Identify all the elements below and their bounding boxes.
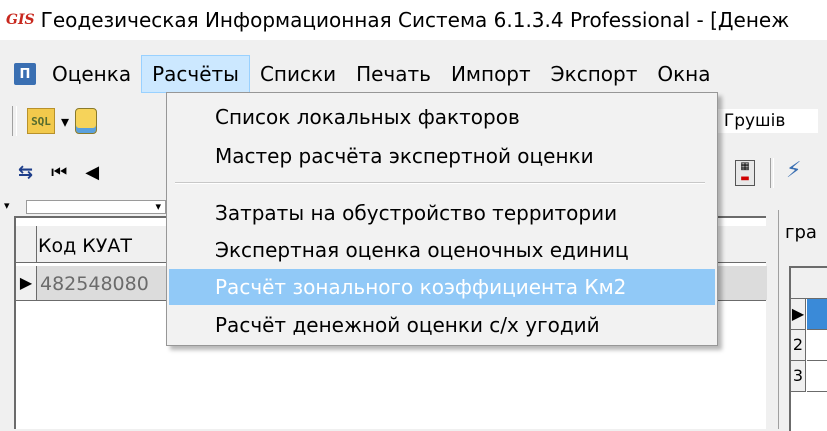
menu-item-territory-costs[interactable]: Затраты на обустройство территории bbox=[169, 195, 715, 231]
right-grid-header bbox=[791, 268, 827, 299]
menu-import[interactable]: Импорт bbox=[441, 56, 541, 92]
right-pane-tab[interactable]: гра bbox=[785, 222, 817, 243]
title-bar: GIS Геодезическая Информационная Система… bbox=[0, 0, 827, 40]
menu-item-zonal-coefficient[interactable]: Расчёт зонального коэффициента Км2 bbox=[169, 269, 715, 305]
right-grid-cell[interactable] bbox=[807, 361, 827, 392]
menu-export[interactable]: Экспорт bbox=[541, 56, 648, 92]
app-logo-icon: GIS bbox=[6, 12, 35, 28]
right-pane: гра ▶ 2 3 bbox=[778, 210, 827, 431]
right-row-indicator: 3 bbox=[791, 361, 806, 392]
filter-dropdown-arrow-icon[interactable]: ▾ bbox=[4, 199, 10, 212]
menu-separator bbox=[175, 182, 705, 184]
cell-kod-kuat[interactable]: 482548080 bbox=[40, 266, 149, 302]
menu-item-expert-units[interactable]: Экспертная оценка оценочных единиц bbox=[169, 232, 715, 268]
right-grid-cell[interactable] bbox=[807, 330, 827, 361]
menu-raschety[interactable]: Расчёты bbox=[141, 54, 250, 93]
menu-ocenka[interactable]: Оценка bbox=[42, 56, 141, 92]
menu-pechat[interactable]: Печать bbox=[346, 56, 441, 92]
column-header-2[interactable] bbox=[712, 226, 767, 262]
sql-dropdown-arrow-icon[interactable]: ▾ bbox=[61, 112, 69, 131]
mdi-child-icon[interactable]: Π bbox=[14, 63, 36, 85]
menu-item-expert-wizard[interactable]: Мастер расчёта экспертной оценки bbox=[169, 138, 715, 174]
right-grid[interactable]: ▶ 2 3 bbox=[789, 266, 827, 431]
raschety-dropdown-menu: Список локальных факторов Мастер расчёта… bbox=[166, 92, 718, 346]
toolbar-separator bbox=[770, 158, 774, 188]
right-grid-cell-selected[interactable] bbox=[807, 299, 827, 330]
sql-icon[interactable]: SQL bbox=[27, 108, 55, 134]
right-row-indicator: 2 bbox=[791, 330, 806, 361]
first-record-icon[interactable]: ⏮ bbox=[51, 162, 67, 183]
menu-item-local-factors[interactable]: Список локальных факторов bbox=[169, 99, 715, 135]
calculator-icon[interactable]: ▦ ▬ bbox=[735, 160, 755, 186]
filter-arrows-icon[interactable]: ⇆ bbox=[18, 162, 33, 183]
menu-okna[interactable]: Окна bbox=[647, 56, 720, 92]
menu-item-agri-valuation[interactable]: Расчёт денежной оценки с/х угодий bbox=[169, 307, 715, 343]
filter-combo[interactable]: ▾ bbox=[26, 200, 166, 214]
toolbar-grip[interactable] bbox=[12, 106, 17, 136]
header-indicator bbox=[16, 226, 37, 262]
right-row-indicator: ▶ bbox=[791, 299, 806, 330]
column-header-kod-kuat[interactable]: Код КУАТ bbox=[38, 226, 132, 262]
cell-2[interactable]: кі bbox=[697, 266, 767, 300]
database-icon[interactable] bbox=[75, 108, 98, 134]
previous-record-icon[interactable]: ◀ bbox=[85, 162, 99, 183]
menu-bar: Π Оценка Расчёты Списки Печать Импорт Эк… bbox=[0, 54, 827, 93]
row-indicator-icon: ▶ bbox=[16, 266, 37, 300]
window-title: Геодезическая Информационная Система 6.1… bbox=[40, 8, 790, 32]
menu-spiski[interactable]: Списки bbox=[250, 56, 346, 92]
chart-export-icon[interactable]: ⚡ bbox=[786, 158, 801, 183]
